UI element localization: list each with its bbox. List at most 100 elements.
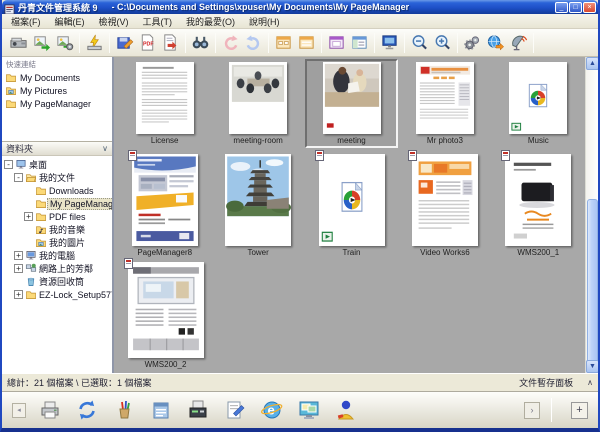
thumbnail-view-button[interactable] <box>272 31 295 55</box>
tree-item-label: 網路上的芳鄰 <box>37 262 95 275</box>
close-button[interactable]: × <box>583 2 596 13</box>
settings-button[interactable] <box>461 31 484 55</box>
notepad-button[interactable] <box>148 397 174 423</box>
tray-add-button[interactable]: + <box>571 402 588 419</box>
internet-explorer-button[interactable]: e <box>259 397 285 423</box>
tree-item-label: Downloads <box>47 186 96 196</box>
quick-links-panel: 快速連結 My DocumentsMy PicturesMy PageManag… <box>2 57 112 141</box>
tree-item-downloads[interactable]: Downloads <box>2 184 112 197</box>
recycle-bin-icon <box>25 276 37 287</box>
expand-icon[interactable]: + <box>14 251 23 260</box>
tray-more-button[interactable]: › <box>524 402 540 419</box>
browse-web-button[interactable] <box>484 31 507 55</box>
split-view-icon <box>350 33 369 52</box>
thumbnail-wms200-2[interactable]: WMS200_2 <box>118 259 213 372</box>
export-document-button[interactable] <box>159 31 182 55</box>
folder-icon <box>35 211 47 222</box>
tree-item-資源回收筒[interactable]: 資源回收筒 <box>2 275 112 288</box>
thumbnail-wms200-1[interactable]: WMS200_1 <box>492 151 585 260</box>
stationery-button[interactable] <box>111 397 137 423</box>
quick-link-my-pictures[interactable]: My Pictures <box>2 84 112 97</box>
send-user-button[interactable] <box>333 397 359 423</box>
acquire-icon <box>85 33 104 52</box>
tree-item-ez-lock-setup577-tw[interactable]: +EZ-Lock_Setup577_tw <box>2 288 112 301</box>
thumbnail-license[interactable]: License <box>118 59 211 148</box>
menu-item-file[interactable]: 檔案(F) <box>4 15 48 28</box>
list-view-button[interactable] <box>295 31 318 55</box>
previous-page-button[interactable] <box>219 31 242 55</box>
acquire-button[interactable] <box>83 31 106 55</box>
file-count-status: 總計：21 個檔案 \ 已選取：1 個檔案 <box>7 376 519 389</box>
thumbnail-video-works6[interactable]: Video Works6 <box>398 151 491 260</box>
chevron-down-icon[interactable]: ∨ <box>102 144 112 153</box>
tree-item-my-pagemanager[interactable]: My PageManager <box>2 197 112 210</box>
thumbnail-meeting[interactable]: meeting <box>305 59 398 148</box>
page-view-button[interactable] <box>325 31 348 55</box>
menu-item-view[interactable]: 檢視(V) <box>92 15 136 28</box>
thumbnail-meeting-room[interactable]: meeting-room <box>211 59 304 148</box>
thumbnail-train[interactable]: Train <box>305 151 398 260</box>
toolbar-separator <box>404 33 405 53</box>
vertical-scrollbar[interactable]: ▲ ▼ <box>585 57 598 373</box>
zoom-out-button[interactable] <box>408 31 431 55</box>
thumbnail-tower[interactable]: Tower <box>211 151 304 260</box>
quick-link-my-pagemanager[interactable]: My PageManager <box>2 97 112 110</box>
pictures-folder-icon <box>5 85 17 96</box>
next-page-button[interactable] <box>242 31 265 55</box>
tree-item-label: 桌面 <box>27 158 49 171</box>
scan-button[interactable] <box>7 31 30 55</box>
screen-share-button[interactable] <box>296 397 322 423</box>
status-bar: 總計：21 個檔案 \ 已選取：1 個檔案 文件暫存面板 ∧ <box>2 373 598 391</box>
tree-item-pdf-files[interactable]: +PDF files <box>2 210 112 223</box>
tree-item-網路上的芳鄰[interactable]: + 網路上的芳鄰 <box>2 262 112 275</box>
expand-icon[interactable]: + <box>14 264 23 273</box>
menu-item-favorites[interactable]: 我的最愛(O) <box>179 15 242 28</box>
scanner-icon <box>9 33 28 52</box>
menu-item-edit[interactable]: 編輯(E) <box>48 15 92 28</box>
split-view-button[interactable] <box>348 31 371 55</box>
thumbnail-label: PageManager8 <box>137 248 192 257</box>
tree-item-我的音樂[interactable]: 我的音樂 <box>2 223 112 236</box>
collapse-icon[interactable]: - <box>14 173 23 182</box>
expand-icon[interactable]: + <box>24 212 33 221</box>
folder-open-icon <box>25 172 37 183</box>
save-annotate-button[interactable] <box>113 31 136 55</box>
expand-icon[interactable]: + <box>14 290 23 299</box>
print-button[interactable] <box>37 397 63 423</box>
scrollbar-thumb[interactable] <box>587 199 598 363</box>
thumbnail-label: Train <box>343 248 361 257</box>
zoom-in-button[interactable] <box>431 31 454 55</box>
network-scan-button[interactable] <box>507 31 530 55</box>
thumbnail-mr-photo3[interactable]: Mr photo3 <box>398 59 491 148</box>
collapse-icon[interactable]: - <box>4 160 13 169</box>
document-tray: ◂ e › + <box>2 391 598 428</box>
fax-button[interactable] <box>185 397 211 423</box>
quick-links-header: 快速連結 <box>2 57 112 71</box>
tree-item-我的文件[interactable]: -我的文件 <box>2 171 112 184</box>
edit-note-button[interactable] <box>222 397 248 423</box>
tray-collapse-button[interactable]: ◂ <box>12 403 26 418</box>
sync-button[interactable] <box>74 397 100 423</box>
thumbnail-music[interactable]: Music <box>492 59 585 148</box>
import-photo-button[interactable] <box>30 31 53 55</box>
search-button[interactable] <box>189 31 212 55</box>
convert-pdf-button[interactable]: PDF <box>136 31 159 55</box>
menu-item-tools[interactable]: 工具(T) <box>136 15 180 28</box>
folders-header[interactable]: 資料夾 ∨ <box>2 141 112 156</box>
quick-link-my-documents[interactable]: My Documents <box>2 71 112 84</box>
scroll-down-icon[interactable]: ▼ <box>586 360 599 373</box>
chevron-up-icon[interactable]: ∧ <box>587 378 593 387</box>
import-photo-settings-button[interactable] <box>53 31 76 55</box>
document-corner-icon <box>315 150 324 161</box>
minimize-button[interactable]: _ <box>555 2 568 13</box>
tree-item-桌面[interactable]: - 桌面 <box>2 158 112 171</box>
tree-item-我的電腦[interactable]: +我的電腦 <box>2 249 112 262</box>
presentation-button[interactable] <box>378 31 401 55</box>
maximize-button[interactable]: □ <box>569 2 582 13</box>
next-arrow-icon <box>244 33 263 52</box>
tree-item-我的圖片[interactable]: 我的圖片 <box>2 236 112 249</box>
menu-item-help[interactable]: 說明(H) <box>242 15 287 28</box>
thumbnail-pagemanager8[interactable]: PageManager8 <box>118 151 211 260</box>
title-bar[interactable]: 丹青文件管理系統 9 - C:\Documents and Settings\x… <box>2 0 598 14</box>
scroll-up-icon[interactable]: ▲ <box>586 57 599 70</box>
